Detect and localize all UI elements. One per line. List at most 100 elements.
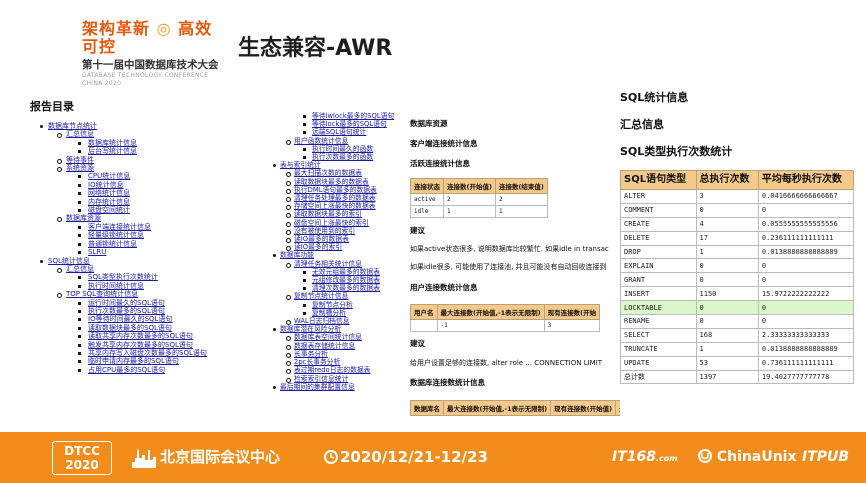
toc-link[interactable]: 等待事件 bbox=[66, 156, 94, 164]
toc-link[interactable]: 最后期间的集群配置信息 bbox=[280, 383, 355, 391]
toc-item: 普通锁统计信息 bbox=[0, 240, 268, 248]
toc-link[interactable]: 轻量级锁统计信息 bbox=[88, 231, 144, 239]
table-cell: 19.4027777777778 bbox=[757, 369, 855, 385]
table-cell: 1 bbox=[695, 244, 759, 260]
table-cell: 0 bbox=[695, 314, 759, 329]
report-toc: 报告目录 数据库节点统计 汇总信息 数据库统计信息 后台写统计信息 等待事件 系统资源 CP… bbox=[0, 95, 268, 427]
toc-link[interactable]: 清理任务处理最多的数据表 bbox=[294, 194, 376, 202]
toc-link[interactable]: 复制节点统计信息 bbox=[294, 292, 348, 300]
table-cell: 0.0138888888888889 bbox=[757, 244, 855, 260]
chinaunix-icon bbox=[698, 449, 712, 463]
toc-link[interactable]: 数据库功能 bbox=[280, 251, 314, 259]
toc-link[interactable]: 执行时间统计信息 bbox=[88, 282, 144, 290]
toc-link[interactable]: 执行次数最多的函数 bbox=[312, 153, 373, 161]
table-cell: 0 bbox=[695, 202, 759, 218]
table-row: UPDATE 53 0.736111111111111 bbox=[620, 355, 855, 371]
toc-link[interactable]: 运行时间最久的SQL语句 bbox=[88, 299, 165, 307]
toc-link[interactable]: 汇总信息 bbox=[66, 130, 94, 138]
toc-link[interactable]: CPU统计信息 bbox=[88, 172, 130, 180]
toc-link[interactable]: 最大扫描次数的数据表 bbox=[294, 169, 362, 177]
logo-slogan: 架构革新 ◎ 高效可控 bbox=[82, 19, 213, 56]
toc-item: 运行时间最久的SQL语句 bbox=[0, 299, 268, 307]
toc-link[interactable]: IO统计信息 bbox=[88, 181, 124, 189]
toc-link[interactable]: 普通锁统计信息 bbox=[88, 240, 137, 248]
section-heading-db-resources: 数据库资源 bbox=[410, 119, 448, 128]
toc-link[interactable]: SLRU bbox=[88, 248, 106, 256]
toc-link[interactable]: 读取共享内存次数最多的SQL语句 bbox=[88, 332, 193, 340]
toc-link[interactable]: 执行次数最多的SQL语句 bbox=[88, 307, 165, 315]
advice-text-1a: 如果active状态很多, 说明数据库比较繁忙. 如果idle in trans… bbox=[410, 245, 609, 253]
toc-link[interactable]: 用户函数统计信息 bbox=[294, 137, 348, 145]
toc-link[interactable]: 没有被使用到的索引 bbox=[294, 227, 355, 235]
toc-link[interactable]: IO等待时间最久的SQL语句 bbox=[88, 315, 172, 323]
toc-link[interactable]: 复制槽分析 bbox=[312, 309, 346, 317]
toc-link[interactable]: 汇总信息 bbox=[66, 265, 94, 273]
toc-item: 复制节点分析 bbox=[272, 301, 400, 309]
toc-link[interactable]: 等待lwlock最多的SQL语句 bbox=[312, 112, 394, 120]
sql-summary-heading: 汇总信息 bbox=[620, 118, 664, 131]
table-cell: idle bbox=[410, 205, 444, 218]
toc-link[interactable]: 后台写统计信息 bbox=[88, 147, 137, 155]
toc-link[interactable]: 网络统计信息 bbox=[88, 189, 130, 197]
table-row: SELECT 168 2.33333333333333 bbox=[620, 327, 855, 343]
table-row: DELETE 17 0.236111111111111 bbox=[620, 230, 855, 246]
toc-item: SQL统计信息 bbox=[0, 257, 268, 265]
toc-link[interactable]: 表过期redo日志的数据表 bbox=[294, 366, 370, 374]
toc-link[interactable]: 无效元组最多的数据表 bbox=[312, 268, 380, 276]
toc-link[interactable]: SQL统计信息 bbox=[48, 257, 90, 265]
toc-link[interactable]: 系统资源 bbox=[66, 164, 94, 172]
toc-link[interactable]: 读取数据块最多的数据表 bbox=[294, 178, 369, 186]
table-row: INSERT 1150 15.9722222222222 bbox=[620, 286, 855, 302]
table-cell: 2 bbox=[494, 193, 548, 206]
toc-link[interactable]: 数据库节点统计 bbox=[48, 122, 97, 130]
table-row: LOCKTABLE 0 0 bbox=[620, 300, 855, 316]
toc-item: 等待事件 bbox=[0, 156, 268, 165]
toc-link[interactable]: 读取数据块最多的索引 bbox=[294, 210, 362, 218]
table-row: active 2 2 bbox=[410, 193, 548, 206]
table-row: COMMENT 0 0 bbox=[620, 202, 855, 218]
toc-link[interactable]: 复制节点分析 bbox=[312, 301, 353, 309]
toc-title: 报告目录 bbox=[30, 100, 74, 113]
toc-link[interactable]: WAL日志归档信息 bbox=[294, 317, 350, 325]
toc-item: 用户函数统计信息 bbox=[272, 137, 400, 145]
toc-link[interactable]: 磁盘空间上涨最快的索引 bbox=[294, 219, 369, 227]
toc-item: 后台写统计信息 bbox=[0, 147, 268, 155]
toc-continued-list: 等待lwlock最多的SQL语句 等待lock最多的SQL语句 远端SQL语句统计用… bbox=[272, 112, 400, 391]
toc-item: 数据表存储统计信息 bbox=[272, 342, 400, 350]
toc-link[interactable]: 检索索引信息统计 bbox=[294, 375, 348, 383]
toc-link[interactable]: 数据库表空间统计信息 bbox=[294, 333, 362, 341]
toc-item: 数据库资源 bbox=[0, 214, 268, 223]
table-cell: 0 bbox=[757, 258, 855, 274]
toc-link[interactable]: 读IO最多的数据表 bbox=[294, 235, 349, 243]
toc-link[interactable]: 触发共享内存次数最多的SQL语句 bbox=[88, 341, 193, 349]
toc-link[interactable]: 共享内存写入磁盘次数最多的SQL语句 bbox=[88, 349, 207, 357]
toc-link[interactable]: 执行时间最久的函数 bbox=[312, 145, 373, 153]
toc-link[interactable]: 2pc长事务分析 bbox=[294, 358, 340, 366]
section-heading-active-connections: 活跃连接统计信息 bbox=[410, 159, 470, 168]
table-cell: 0 bbox=[695, 272, 759, 288]
toc-link[interactable]: 磁盘空间统计 bbox=[88, 206, 130, 214]
toc-link[interactable]: 执行DML语句最多的数据表 bbox=[294, 186, 377, 194]
toc-link[interactable]: 数据表存储统计信息 bbox=[294, 342, 355, 350]
table-cell: 1 bbox=[695, 341, 759, 357]
toc-link[interactable]: 读取数据块最多的SQL语句 bbox=[88, 324, 172, 332]
table-header-cell: 总执行次数 bbox=[695, 170, 759, 190]
toc-link[interactable]: TOP SQL查询统计信息 bbox=[66, 290, 138, 298]
toc-item: SQL类型执行次数统计 bbox=[0, 273, 268, 281]
conference-logo: 架构革新 ◎ 高效可控 第十一届中国数据库技术大会 DATABASE TECHN… bbox=[82, 19, 227, 88]
toc-link[interactable]: 客户端连接统计信息 bbox=[88, 223, 151, 231]
table-cell: COMMENT bbox=[620, 202, 697, 218]
toc-link[interactable]: 长事务分析 bbox=[294, 350, 328, 358]
toc-link[interactable]: 数据库资源 bbox=[66, 214, 101, 222]
toc-item: 读取共享内存次数最多的SQL语句 bbox=[0, 332, 268, 340]
toc-link[interactable]: 等待lock最多的SQL语句 bbox=[312, 120, 387, 128]
toc-link[interactable]: 远端SQL语句统计 bbox=[312, 128, 366, 136]
toc-link[interactable]: 数据库统计信息 bbox=[88, 139, 137, 147]
toc-link[interactable]: 占用CPU最多的SQL语句 bbox=[88, 366, 165, 374]
toc-link[interactable]: 清理任务相关统计信息 bbox=[294, 260, 362, 268]
toc-link[interactable]: 元组修改最多的数据表 bbox=[312, 276, 380, 284]
toc-link[interactable]: 内存统计信息 bbox=[88, 198, 130, 206]
toc-link[interactable]: 临时申请内存最多的SQL语句 bbox=[88, 357, 179, 365]
toc-item: 占用CPU最多的SQL语句 bbox=[0, 366, 268, 374]
toc-link[interactable]: SQL类型执行次数统计 bbox=[88, 273, 158, 281]
